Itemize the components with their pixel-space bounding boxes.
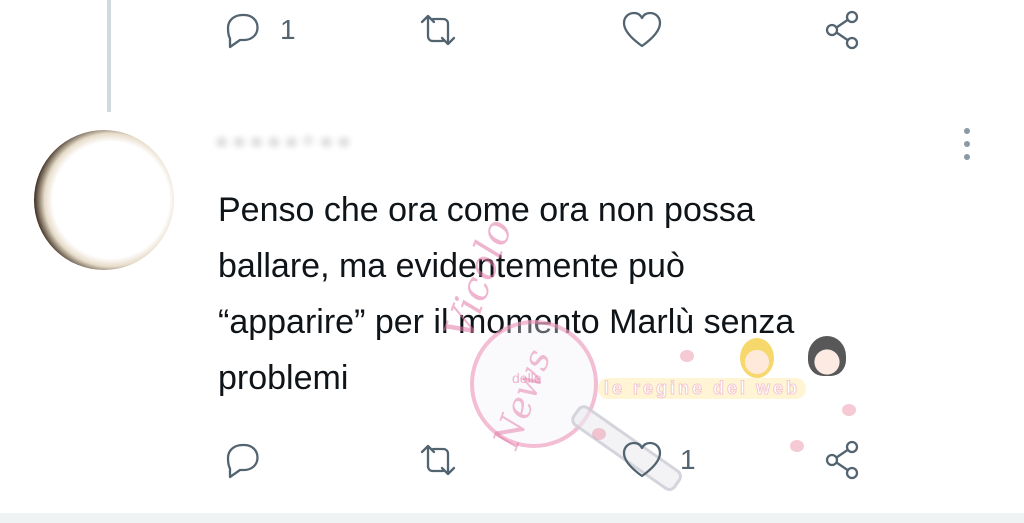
retweet-icon [420,14,456,46]
share-icon [825,10,859,50]
share-button[interactable] [818,0,866,60]
paw-print-icon [842,404,856,416]
share-button[interactable] [818,430,866,490]
tweet-action-bar: 1 [218,430,878,490]
tweet-text: Penso che ora come ora non possa ballare… [218,191,795,397]
previous-tweet-action-bar: 1 [218,0,878,60]
like-count: 1 [680,444,696,475]
reply-button[interactable]: 1 [218,0,296,60]
reply-icon [226,13,259,49]
retweet-button[interactable] [414,430,462,490]
reply-icon [226,443,259,479]
reply-count: 1 [280,14,296,45]
retweet-button[interactable] [414,0,462,60]
more-options-button[interactable] [950,122,984,166]
tweet-divider [0,513,1024,523]
thread-connector-line [107,0,111,112]
like-icon [622,11,662,48]
retweet-icon [420,444,456,476]
more-options-icon [964,128,970,134]
like-button[interactable] [618,0,666,60]
share-icon [825,440,859,480]
like-button[interactable]: 1 [618,430,696,490]
watermark-banner: le regine del web [598,378,807,399]
avatar[interactable] [34,130,174,270]
author-name[interactable]: - - - - - · - - [218,128,349,154]
like-icon [622,441,662,478]
tweet-header: - - - - - · - - [218,128,918,164]
reply-button[interactable] [218,430,266,490]
watermark-blonde-girl-icon [740,338,774,378]
paw-print-icon [680,350,694,362]
watermark-dark-hair-girl-icon [808,336,846,376]
